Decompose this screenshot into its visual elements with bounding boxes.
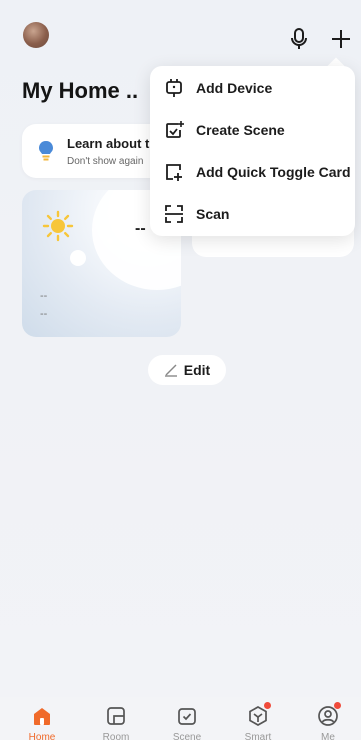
create-scene-icon bbox=[166, 121, 184, 138]
menu-item-add-device[interactable]: Add Device bbox=[150, 67, 355, 109]
menu-item-label: Scan bbox=[196, 206, 230, 222]
tip-title: Learn about t bbox=[67, 136, 150, 151]
microphone-icon[interactable] bbox=[290, 28, 308, 50]
menu-item-label: Create Scene bbox=[196, 122, 285, 138]
home-title[interactable]: My Home .. bbox=[22, 78, 157, 104]
menu-item-label: Add Device bbox=[196, 80, 273, 96]
pencil-icon bbox=[164, 364, 177, 377]
menu-item-create-scene[interactable]: Create Scene bbox=[150, 109, 355, 151]
tab-room[interactable]: Room bbox=[80, 697, 152, 740]
add-device-icon bbox=[166, 79, 182, 97]
tab-label: Scene bbox=[172, 732, 202, 740]
weather-line-1: -- bbox=[40, 290, 48, 302]
menu-item-scan[interactable]: Scan bbox=[150, 193, 355, 235]
lightbulb-icon bbox=[39, 141, 53, 161]
add-menu: Add Device Create Scene Add Quick Toggle… bbox=[150, 66, 355, 236]
tab-home[interactable]: Home bbox=[6, 697, 78, 740]
add-card-icon bbox=[166, 164, 182, 181]
edit-button[interactable]: Edit bbox=[148, 355, 226, 385]
tab-smart[interactable]: Smart bbox=[222, 697, 294, 740]
tab-me[interactable]: Me bbox=[292, 697, 361, 740]
tab-label: Me bbox=[321, 732, 335, 740]
scene-icon bbox=[178, 708, 196, 725]
room-icon bbox=[107, 707, 125, 725]
notification-badge bbox=[264, 702, 271, 709]
top-bar bbox=[0, 0, 361, 60]
bottom-tab-bar: Home Room Scene Smart Me bbox=[0, 697, 361, 740]
plus-icon[interactable] bbox=[330, 28, 352, 50]
scan-icon bbox=[165, 205, 183, 223]
weather-line-2: -- bbox=[40, 308, 48, 320]
notification-badge bbox=[334, 702, 341, 709]
weather-dot-small bbox=[107, 238, 113, 244]
sun-icon bbox=[42, 210, 74, 242]
tab-label: Home bbox=[28, 732, 56, 740]
tab-label: Smart bbox=[244, 732, 272, 740]
home-icon bbox=[34, 708, 50, 725]
edit-label: Edit bbox=[183, 362, 211, 378]
menu-item-label: Add Quick Toggle Card bbox=[196, 164, 351, 180]
tab-label: Room bbox=[102, 732, 130, 740]
tab-scene[interactable]: Scene bbox=[151, 697, 223, 740]
temperature-value: -- bbox=[135, 220, 146, 237]
avatar[interactable] bbox=[23, 22, 49, 48]
weather-dot bbox=[70, 250, 86, 266]
menu-item-add-quick-toggle-card[interactable]: Add Quick Toggle Card bbox=[150, 151, 355, 193]
tip-dismiss-link[interactable]: Don't show again bbox=[67, 156, 143, 167]
